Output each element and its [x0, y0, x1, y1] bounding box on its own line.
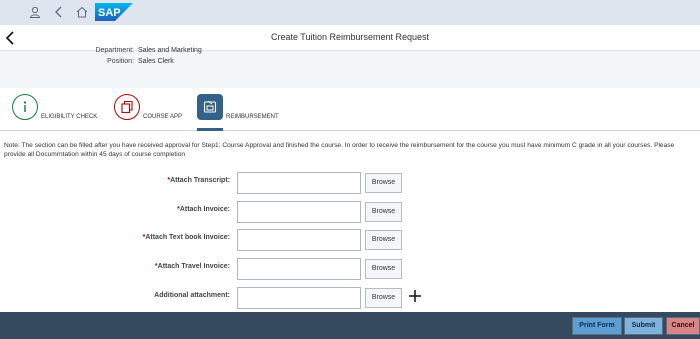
additional-attachment-input[interactable]	[237, 287, 361, 309]
browse-button[interactable]: Browse	[365, 202, 402, 222]
attach-textbook-invoice-row: *Attach Text book Invoice: Browse	[0, 229, 700, 251]
payment-icon	[197, 94, 223, 120]
process-tabs: ELIGIBILITY CHECK COURSE APP REIMBURSEME…	[0, 88, 700, 131]
sap-logo[interactable]: SAP	[95, 3, 133, 21]
tab-eligibility-check[interactable]: ELIGIBILITY CHECK	[12, 94, 112, 130]
add-attachment-icon[interactable]	[408, 289, 424, 305]
employee-info: Department: Sales and Marketing Position…	[0, 47, 700, 88]
position-value: Sales Clerk	[138, 58, 174, 65]
print-form-button[interactable]: Print Form	[572, 317, 622, 335]
info-icon	[12, 94, 38, 120]
user-icon[interactable]	[27, 4, 43, 20]
browse-button[interactable]: Browse	[365, 288, 402, 308]
department-row: Department: Sales and Marketing	[0, 47, 700, 57]
department-label: Department:	[95, 47, 134, 54]
position-row: Position: Sales Clerk	[0, 58, 700, 68]
browse-button[interactable]: Browse	[365, 259, 402, 279]
tab-label: REIMBURSEMENT	[226, 114, 279, 120]
field-label: Additional attachment:	[154, 292, 230, 299]
submit-button[interactable]: Submit	[624, 317, 663, 335]
browse-button[interactable]: Browse	[365, 173, 402, 193]
attach-travel-invoice-input[interactable]	[237, 258, 361, 280]
additional-attachment-row: Additional attachment: Browse	[0, 287, 700, 309]
field-label: *Attach Transcript:	[167, 177, 230, 184]
attach-transcript-input[interactable]	[237, 172, 361, 194]
position-label: Position:	[107, 58, 134, 65]
tab-course-app[interactable]: COURSE APP	[114, 94, 194, 130]
attach-transcript-row: *Attach Transcript: Browse	[0, 172, 700, 194]
tab-label: ELIGIBILITY CHECK	[41, 114, 98, 120]
field-label: *Attach Travel Invoice:	[154, 263, 230, 270]
footer-toolbar: Print Form Submit Cancel	[0, 312, 700, 339]
copy-icon	[114, 94, 140, 120]
attach-travel-invoice-row: *Attach Travel Invoice: Browse	[0, 258, 700, 280]
tab-label: COURSE APP	[143, 114, 183, 120]
page-title: Create Tuition Reimbursement Request	[270, 32, 430, 42]
cancel-button[interactable]: Cancel	[666, 317, 700, 335]
shell-bar: SAP	[0, 0, 700, 25]
instruction-note: Note: The section can be filled after yo…	[4, 142, 675, 158]
svg-text:SAP: SAP	[98, 7, 121, 19]
attach-textbook-invoice-input[interactable]	[237, 229, 361, 251]
attach-invoice-input[interactable]	[237, 201, 361, 223]
field-label: *Attach Invoice:	[177, 206, 230, 213]
field-label: *Attach Text book Invoice:	[142, 234, 230, 241]
active-tab-indicator	[197, 128, 223, 131]
department-value: Sales and Marketing	[138, 47, 202, 54]
home-icon[interactable]	[74, 4, 90, 20]
tab-reimbursement[interactable]: REIMBURSEMENT	[197, 94, 297, 130]
browse-button[interactable]: Browse	[365, 230, 402, 250]
attach-invoice-row: *Attach Invoice: Browse	[0, 201, 700, 223]
back-arrow-icon[interactable]	[51, 4, 67, 20]
